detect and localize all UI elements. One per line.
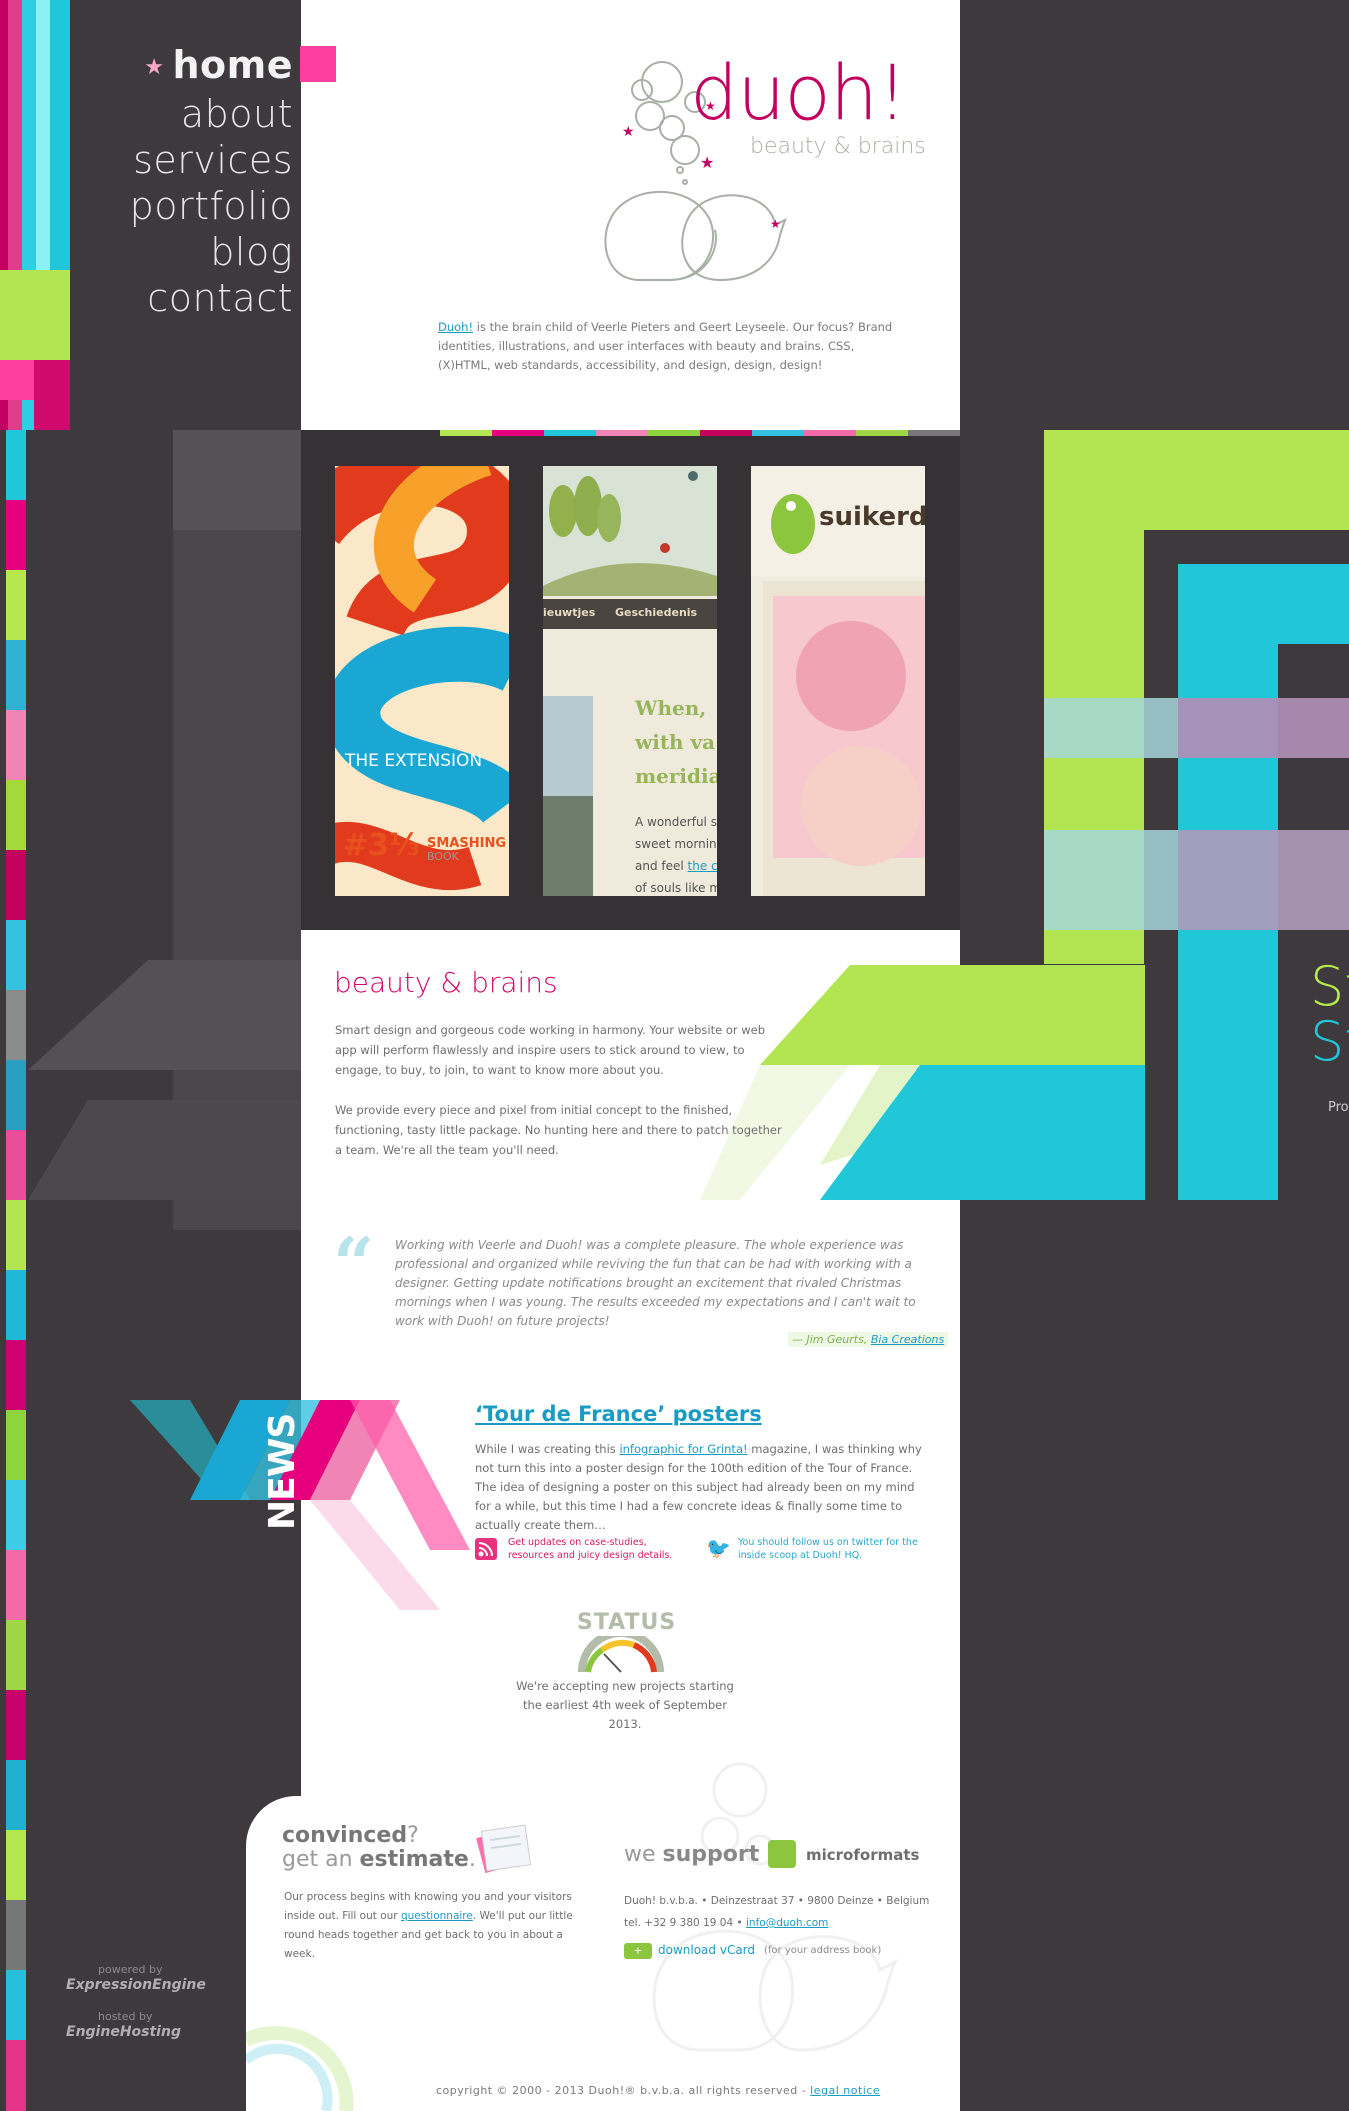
beauty-paragraph-2: We provide every piece and pixel from in…	[335, 1103, 782, 1157]
status-gauge-icon	[578, 1636, 664, 1673]
intro-text: Duoh! is the brain child of Veerle Piete…	[438, 318, 908, 375]
svg-text:★: ★	[700, 153, 714, 172]
legal-notice-link[interactable]: legal notice	[810, 2084, 880, 2097]
smashing-brand2: BOOK	[427, 850, 459, 863]
svg-text:★: ★	[622, 124, 635, 140]
hosted-by-label: hosted by	[98, 2010, 153, 2023]
testimonial-author: — Jim Geurts, Bia Creations	[788, 1332, 949, 1347]
meridian-body-1: A wonderful s	[635, 815, 717, 829]
right-deco-text-1: St	[1310, 955, 1349, 1018]
quote-icon: “	[333, 1221, 375, 1306]
right-deco-text-2: St	[1310, 1010, 1349, 1073]
rss-icon[interactable]	[475, 1538, 497, 1560]
estimate-heading-line-1: convinced?	[282, 1824, 476, 1848]
address-block: Duoh! b.v.b.a. • Deinzestraat 37 • 9800 …	[624, 1890, 929, 1934]
meridian-nav1: ieuwtjes	[543, 606, 596, 619]
expressionengine-link[interactable]: ExpressionEngine	[66, 1977, 206, 1993]
footer-arc-decor	[246, 2026, 354, 2111]
copyright: copyright © 2000 - 2013 Duoh!® b.v.b.a. …	[436, 2084, 880, 2097]
smashing-brand: SMASHING	[427, 836, 506, 851]
logo-wordmark[interactable]: duoh!	[690, 48, 908, 137]
intro-body: is the brain child of Veerle Pieters and…	[438, 320, 893, 372]
meridian-headline-2: with va	[635, 730, 716, 754]
portfolio-thumb-meridian[interactable]: ieuwtjes Geschiedenis When, with va meri…	[543, 466, 717, 896]
status-text: We're accepting new projects starting th…	[516, 1679, 734, 1731]
twitter-bird-icon[interactable]: 🐦	[706, 1536, 731, 1560]
we-support-heading: we support	[624, 1842, 759, 1867]
copyright-text: copyright © 2000 - 2013 Duoh!® b.v.b.a. …	[436, 2084, 811, 2097]
nav-services[interactable]: services	[130, 137, 293, 183]
testimonial-author-name: — Jim Geurts,	[792, 1333, 871, 1346]
news-post-body: While I was creating this infographic fo…	[475, 1440, 930, 1535]
meridian-body-4: of souls like m	[635, 881, 717, 895]
enginehosting-link[interactable]: EngineHosting	[66, 2024, 181, 2040]
powered-by-label: powered by	[98, 1963, 163, 1976]
beauty-heading: beauty & brains	[334, 966, 558, 999]
estimate-heading-question: ?	[407, 1823, 419, 1848]
nav-home[interactable]: ★ home	[130, 42, 293, 91]
logo-tagline: beauty & brains	[750, 134, 926, 159]
testimonial-text: Working with Veerle and Duoh! was a comp…	[395, 1238, 916, 1328]
portfolio-thumb-smashing[interactable]: THE EXTENSION #3⅓ SMASHING BOOK	[335, 466, 509, 896]
vcard-add-icon[interactable]: +	[624, 1943, 652, 1959]
status-label: STATUS	[577, 1610, 677, 1635]
estimate-heading-estimate: estimate	[359, 1847, 469, 1872]
nav-about[interactable]: about	[130, 91, 293, 137]
star-icon: ★	[144, 54, 165, 80]
meridian-headline: When, with va meridia	[635, 691, 717, 793]
meridian-headline-3: meridia	[635, 764, 717, 788]
main-nav: ★ home about services portfolio blog cont…	[130, 42, 293, 321]
microformats-logo-icon[interactable]	[768, 1840, 796, 1868]
suikerdraak-brand: suikerd	[819, 502, 925, 532]
nav-blog[interactable]: blog	[130, 229, 293, 275]
smashing-title: THE EXTENSION	[345, 751, 483, 771]
email-link[interactable]: info@duoh.com	[746, 1917, 828, 1929]
twitter-text[interactable]: You should follow us on twitter for the …	[738, 1536, 928, 1562]
stripe-top	[440, 430, 960, 436]
left-decor-shapes	[28, 430, 302, 1230]
estimate-heading-line-2: get an estimate.	[282, 1848, 476, 1872]
rss-text[interactable]: Get updates on case-studies, resources a…	[508, 1536, 693, 1562]
news-label: NEWS	[262, 1413, 303, 1530]
estimate-heading-get: get an	[282, 1847, 360, 1872]
meridian-body-3-link: the c	[687, 859, 717, 873]
vcard-download-link[interactable]: download vCard	[658, 1943, 755, 1957]
estimate-document-icon[interactable]	[470, 1820, 540, 1880]
nav-contact[interactable]: contact	[130, 275, 293, 321]
meridian-body: A wonderful s sweet morning and feel the…	[635, 811, 717, 896]
phone-text: tel. +32 9 380 19 04 •	[624, 1917, 746, 1929]
meridian-body-3: and feel the c	[635, 855, 717, 877]
portfolio-thumb-suikerdraak[interactable]: suikerd	[751, 466, 925, 896]
meridian-headline-1: When,	[635, 696, 707, 720]
nav-portfolio[interactable]: portfolio	[130, 183, 293, 229]
news-ribbons	[130, 1400, 470, 1610]
beauty-paragraph-1: Smart design and gorgeous code working i…	[335, 1023, 766, 1077]
beauty-text: Smart design and gorgeous code working i…	[335, 1020, 785, 1160]
vcard-note: (for your address book)	[764, 1945, 882, 1956]
meridian-nav2: Geschiedenis	[615, 606, 698, 619]
estimate-heading-convinced: convinced	[282, 1823, 408, 1848]
smashing-number: #3⅓	[343, 828, 421, 863]
contact-line: tel. +32 9 380 19 04 • info@duoh.com	[624, 1912, 929, 1934]
right-deco-text-3: Pro	[1328, 1100, 1349, 1115]
left-vertical-strip	[6, 430, 26, 2111]
meridian-body-2: sweet morning	[635, 837, 717, 851]
we-support-we: we	[624, 1842, 663, 1867]
news-body-pre: While I was creating this	[475, 1442, 620, 1456]
microformats-label[interactable]: microformats	[806, 1846, 919, 1864]
meridian-body-3-text: and feel	[635, 859, 684, 873]
estimate-text: Our process begins with knowing you and …	[284, 1888, 574, 1964]
active-indicator	[300, 46, 336, 82]
left-color-strips	[0, 0, 70, 430]
news-body-link[interactable]: infographic for Grinta!	[619, 1442, 747, 1456]
svg-text:★: ★	[770, 217, 781, 231]
we-support-support: support	[662, 1842, 760, 1867]
intro-link[interactable]: Duoh!	[438, 320, 473, 334]
news-post-title[interactable]: ‘Tour de France’ posters	[475, 1402, 762, 1426]
testimonial-company-link[interactable]: Bia Creations	[871, 1333, 944, 1346]
questionnaire-link[interactable]: questionnaire	[401, 1910, 473, 1922]
address-line: Duoh! b.v.b.a. • Deinzestraat 37 • 9800 …	[624, 1895, 930, 1907]
estimate-heading: convinced? get an estimate.	[282, 1824, 476, 1872]
